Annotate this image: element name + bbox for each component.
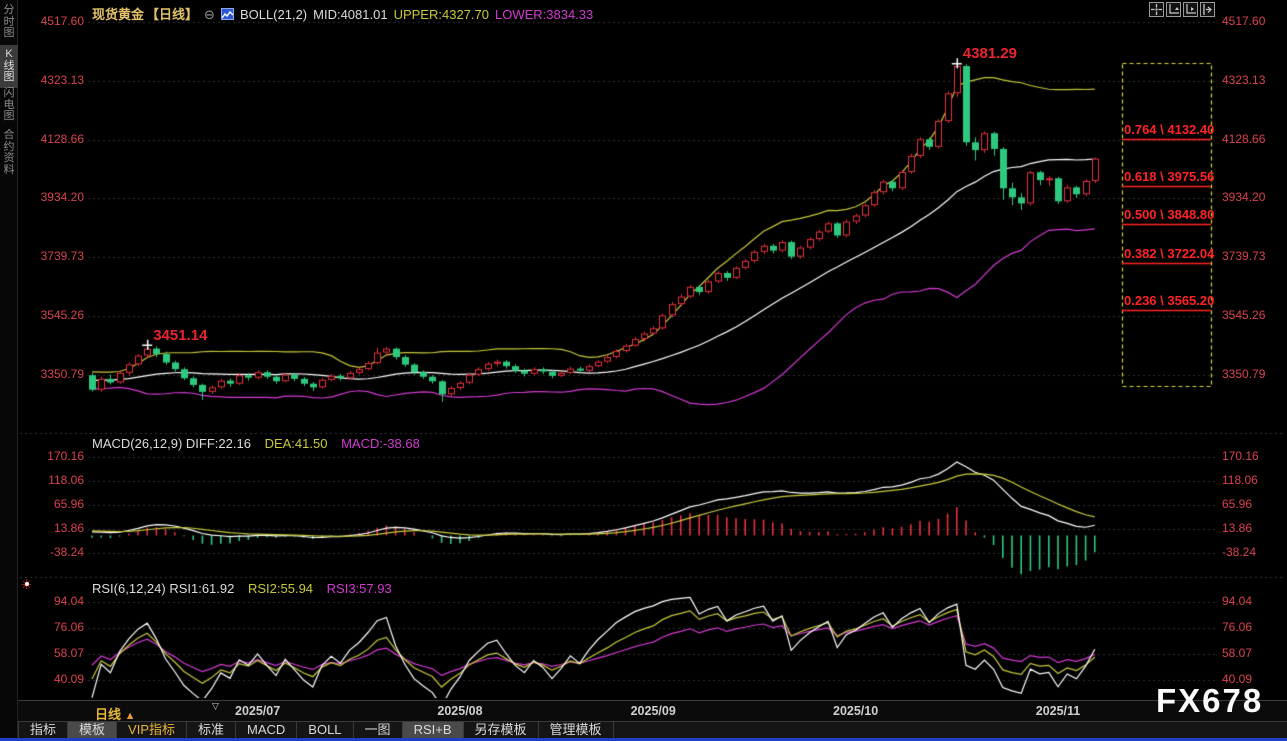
price-axis-label-right: 4323.13 [1222, 73, 1265, 87]
x-axis-tick-label: 2025/10 [833, 704, 878, 718]
boll-indicator-label: BOLL(21,2) [240, 7, 307, 22]
price-axis-label-left: 4517.60 [22, 14, 84, 28]
toolbar-item-另存模板[interactable]: 另存模板 [464, 722, 539, 738]
chart-app-window: 分时图 K线图 闪电图 合约资料 现货黄金【日线】 ⊖ BOLL(21,2) MID:… [0, 0, 1287, 741]
macd-dea-value: DEA:41.50 [265, 436, 328, 451]
toolbar-item-指标[interactable]: 指标 [19, 722, 68, 738]
rsi-axis-label-right: 76.06 [1222, 620, 1252, 634]
macd-axis-label-right: -38.24 [1222, 545, 1256, 559]
crosshair-icon[interactable] [1149, 2, 1164, 17]
fib-level-label: 0.618 \ 3975.56 [1124, 169, 1214, 184]
chart-canvas[interactable] [0, 0, 1287, 741]
boll-lower-value: LOWER:3834.33 [495, 7, 593, 22]
fib-level-label: 0.382 \ 3722.04 [1124, 246, 1214, 261]
rsi-axis-label-right: 94.04 [1222, 594, 1252, 608]
macd-axis-label-left: 170.16 [22, 449, 84, 463]
rsi-panel-header: RSI(6,12,24) RSI1:61.92 RSI2:55.94 RSI3:… [92, 581, 392, 596]
boll-upper-value: UPPER:4327.70 [394, 7, 489, 22]
chart-tool-iconbar [1149, 2, 1215, 17]
main-chart-header: 现货黄金【日线】 ⊖ BOLL(21,2) MID:4081.01 UPPER:4327… [92, 4, 599, 23]
price-peak-annotation: 3451.14 [153, 327, 207, 344]
price-axis-label-right: 3934.20 [1222, 190, 1265, 204]
macd-axis-label-left: 13.86 [22, 521, 84, 535]
chart-line-icon[interactable] [221, 8, 234, 20]
fib-level-label: 0.236 \ 3565.20 [1124, 293, 1214, 308]
price-axis-label-left: 3545.26 [22, 308, 84, 322]
rsi-axis-label-left: 94.04 [22, 594, 84, 608]
macd-main-values: MACD(26,12,9) DIFF:22.16 [92, 436, 251, 451]
price-peak-annotation: 4381.29 [963, 45, 1017, 62]
site-watermark: FX678 [1156, 682, 1263, 720]
price-axis-label-right: 3545.26 [1222, 308, 1265, 322]
macd-axis-label-right: 118.06 [1222, 473, 1258, 487]
rsi1-value: RSI(6,12,24) RSI1:61.92 [92, 581, 234, 596]
macd-hist-value: MACD:-38.68 [341, 436, 420, 451]
macd-panel-header: MACD(26,12,9) DIFF:22.16 DEA:41.50 MACD:… [92, 436, 420, 451]
toolbar-item-RSI+B[interactable]: RSI+B [403, 722, 464, 738]
scale-horizontal-icon[interactable] [1183, 2, 1198, 17]
toolbar-item-模板[interactable]: 模板 [68, 722, 117, 738]
toolbar-item-一图[interactable]: 一图 [354, 722, 403, 738]
fib-level-label: 0.764 \ 4132.40 [1124, 122, 1214, 137]
rsi2-value: RSI2:55.94 [248, 581, 313, 596]
fib-level-label: 0.500 \ 3848.80 [1124, 207, 1214, 222]
alert-burst-icon[interactable]: ✳ [21, 578, 32, 591]
sidebar-tab-timeshare[interactable]: 分时图 [0, 3, 18, 40]
macd-axis-label-left: 65.96 [22, 497, 84, 511]
rsi3-value: RSI3:57.93 [327, 581, 392, 596]
sidebar-tab-contract-info[interactable]: 合约资料 [0, 128, 18, 176]
period-tag: 【日线】 [146, 7, 198, 22]
toolbar-item-VIP指标[interactable]: VIP指标 [117, 722, 187, 738]
bottom-toolbar: 指标模板VIP指标标准MACDBOLL一图RSI+B另存模板管理模板 [18, 721, 1287, 738]
price-axis-label-left: 3350.79 [22, 367, 84, 381]
scale-vertical-icon[interactable] [1166, 2, 1181, 17]
sidebar-tab-kline[interactable]: K线图 [0, 45, 18, 88]
macd-axis-label-right: 65.96 [1222, 497, 1252, 511]
toolbar-item-MACD[interactable]: MACD [236, 722, 297, 738]
x-axis-tick-label: 2025/09 [631, 704, 676, 718]
price-axis-label-right: 3739.73 [1222, 249, 1265, 263]
x-axis-tick-label: 2025/11 [1036, 704, 1081, 718]
rsi-axis-label-left: 40.09 [22, 672, 84, 686]
rsi-axis-label-right: 58.07 [1222, 646, 1252, 660]
axis-position-marker: ▽ [212, 701, 219, 712]
x-axis-tick-label: 2025/07 [235, 704, 280, 718]
symbol-name: 现货黄金 [92, 7, 144, 22]
left-sidebar: 分时图 K线图 闪电图 合约资料 [0, 0, 18, 741]
price-axis-label-left: 4128.66 [22, 132, 84, 146]
macd-axis-label-left: 118.06 [22, 473, 84, 487]
price-axis-label-left: 3739.73 [22, 249, 84, 263]
price-axis-label-right: 4517.60 [1222, 14, 1265, 28]
macd-axis-label-right: 170.16 [1222, 449, 1259, 463]
toolbar-item-管理模板[interactable]: 管理模板 [539, 722, 614, 738]
price-axis-label-right: 3350.79 [1222, 367, 1265, 381]
x-axis-tick-label: 2025/08 [437, 704, 482, 718]
macd-axis-label-left: -38.24 [22, 545, 84, 559]
boll-mid-value: MID:4081.01 [313, 7, 387, 22]
collapse-icon[interactable]: ⊖ [204, 7, 215, 22]
price-axis-label-left: 3934.20 [22, 190, 84, 204]
price-axis-label-left: 4323.13 [22, 73, 84, 87]
sidebar-tab-lightning[interactable]: 闪电图 [0, 86, 18, 123]
rsi-axis-label-left: 76.06 [22, 620, 84, 634]
toolbar-item-BOLL[interactable]: BOLL [297, 722, 353, 738]
macd-axis-label-right: 13.86 [1222, 521, 1252, 535]
x-axis-strip: 日线 ▲ ▽ 2025/072025/082025/092025/102025/… [18, 700, 1287, 721]
rsi-axis-label-left: 58.07 [22, 646, 84, 660]
pan-right-icon[interactable] [1200, 2, 1215, 17]
price-axis-label-right: 4128.66 [1222, 132, 1265, 146]
toolbar-item-标准[interactable]: 标准 [187, 722, 236, 738]
